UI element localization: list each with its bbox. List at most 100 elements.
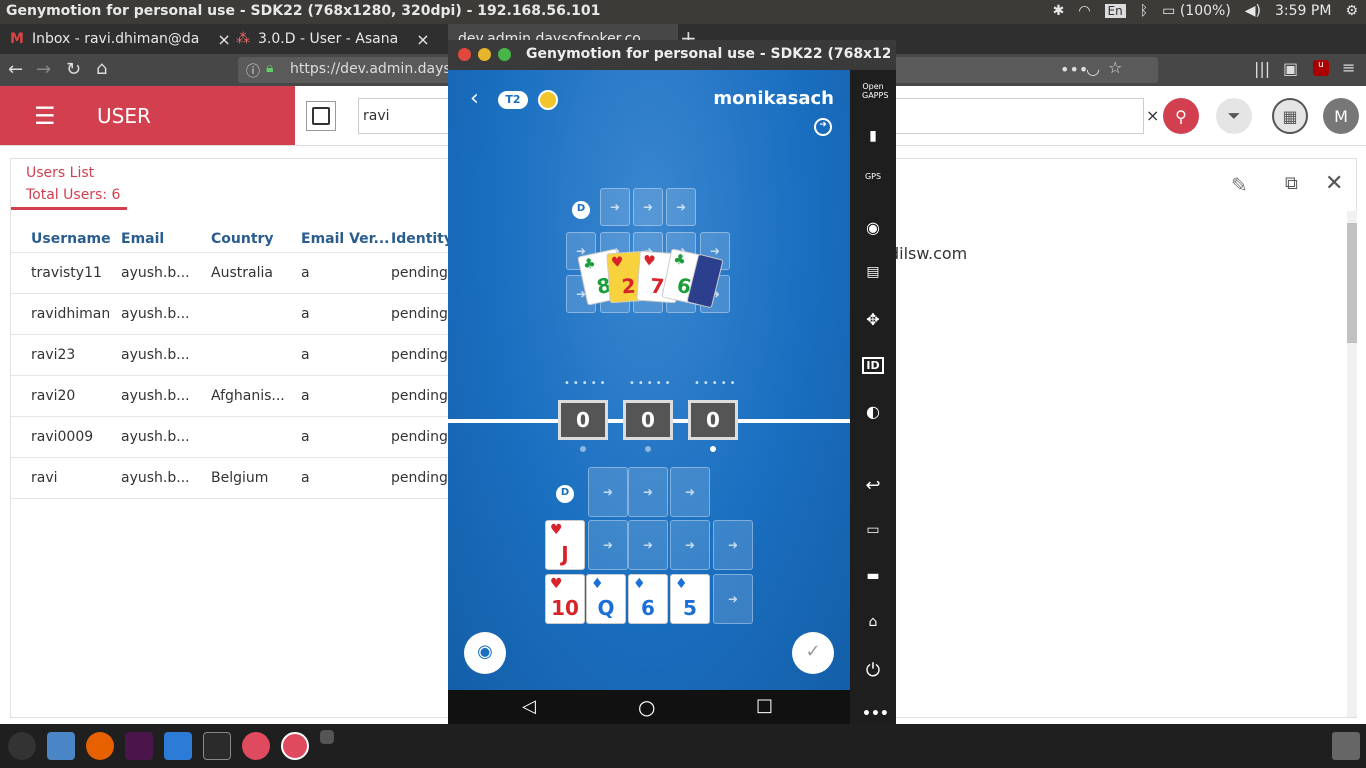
share-icon[interactable]: ➜ <box>814 118 832 136</box>
trash-icon[interactable] <box>1332 732 1360 760</box>
files-icon[interactable] <box>47 732 75 760</box>
filter-button[interactable]: ⏷ <box>1216 98 1252 134</box>
minimize-window-button[interactable] <box>478 48 491 61</box>
column-header-country[interactable]: Country <box>211 231 274 247</box>
table-row[interactable]: ravi0009 ayush.b... a pending <box>11 417 451 458</box>
player-slot[interactable]: ➜ <box>628 520 668 570</box>
battery-indicator[interactable]: ▭ (100%) <box>1162 3 1231 19</box>
clock[interactable]: 3:59 PM <box>1275 3 1331 19</box>
column-header-email-verified[interactable]: Email Ver... <box>301 231 390 247</box>
player-card[interactable]: ♦ 6 <box>628 574 668 624</box>
pocket-icon[interactable]: ◡ <box>1086 59 1100 78</box>
player-slot[interactable]: ➜ <box>713 520 753 570</box>
opponent-slot[interactable]: ➜ <box>666 188 696 226</box>
table-row[interactable]: travisty11 ayush.b... Australia a pending <box>11 253 451 294</box>
column-header-email[interactable]: Email <box>121 231 164 247</box>
window-icon[interactable] <box>320 730 334 744</box>
player-slot[interactable]: ➜ <box>588 520 628 570</box>
cell-country: Australia <box>211 265 273 281</box>
tab-asana[interactable]: ⁂ 3.0.D - User - Asana × <box>226 24 448 54</box>
cell-country: Belgium <box>211 470 269 486</box>
ubuntu-launcher-icon[interactable] <box>8 732 36 760</box>
player-slot[interactable]: ➜ <box>670 520 710 570</box>
android-recents-icon[interactable]: □ <box>756 695 773 716</box>
clear-search-icon[interactable]: × <box>1146 106 1159 125</box>
android-home-icon[interactable]: ○ <box>638 695 655 719</box>
table-row[interactable]: ravi23 ayush.b... a pending <box>11 335 451 376</box>
genymotion-player-icon[interactable] <box>281 732 309 760</box>
library-icon[interactable]: ||| <box>1254 59 1270 78</box>
slack-tray-icon[interactable]: ✱ <box>1053 3 1065 19</box>
volume-icon[interactable]: ◀) <box>1245 3 1261 19</box>
player-slot[interactable]: ➜ <box>628 467 668 517</box>
bluetooth-icon[interactable]: ᛒ <box>1140 3 1148 19</box>
back-icon[interactable]: ← <box>8 59 23 80</box>
column-header-username[interactable]: Username <box>31 231 111 247</box>
opponent-slot[interactable]: ➜ <box>633 188 663 226</box>
webcam-icon[interactable]: ◉ <box>862 218 884 237</box>
power-icon[interactable]: ⚙ <box>1345 3 1358 19</box>
close-icon[interactable]: ✕ <box>1325 171 1343 196</box>
vscode-icon[interactable] <box>164 732 192 760</box>
opengapps-icon[interactable]: Open GAPPS <box>862 82 888 100</box>
search-button[interactable]: ⚲ <box>1163 98 1199 134</box>
calendar-button[interactable]: ▦ <box>1272 98 1308 134</box>
avatar[interactable]: M <box>1323 98 1359 134</box>
forward-icon[interactable]: → <box>36 59 51 80</box>
info-icon[interactable]: ⓘ <box>246 61 260 81</box>
terminal-icon[interactable] <box>203 732 231 760</box>
player-card[interactable]: ♦ 5 <box>670 574 710 624</box>
side-home-icon[interactable]: ⌂ <box>862 614 884 630</box>
side-power-icon[interactable]: ⏻ <box>862 660 884 681</box>
android-back-icon[interactable]: ◁ <box>522 696 536 717</box>
player-slot[interactable]: ➜ <box>713 574 753 624</box>
close-window-button[interactable] <box>458 48 471 61</box>
opponent-slot[interactable]: ➜ <box>600 188 630 226</box>
player-card[interactable]: ♥ 10 <box>545 574 585 624</box>
hamburger-menu-icon[interactable]: ☰ <box>34 102 56 130</box>
table-row[interactable]: ravi ayush.b... Belgium a pending <box>11 458 451 499</box>
scrollbar-thumb[interactable] <box>1347 223 1357 343</box>
confirm-button[interactable]: ✓ <box>792 632 834 674</box>
page-actions-icon[interactable]: ••• <box>1060 60 1088 79</box>
player-slot[interactable]: ➜ <box>670 467 710 517</box>
edit-icon[interactable]: ✎ <box>1231 173 1248 197</box>
side-back-icon[interactable]: ↩ <box>862 475 884 496</box>
genymotion-icon[interactable] <box>242 732 270 760</box>
eye-button[interactable]: ◉ <box>464 632 506 674</box>
menu-icon[interactable]: ≡ <box>1342 58 1355 77</box>
maximize-window-button[interactable] <box>498 48 511 61</box>
disk-io-icon[interactable]: ◐ <box>862 402 884 421</box>
open-external-icon[interactable]: ⧉ <box>1285 173 1298 194</box>
ublock-icon[interactable]: u <box>1313 60 1329 76</box>
player-slot[interactable]: ➜ <box>588 467 628 517</box>
slack-icon[interactable] <box>125 732 153 760</box>
select-all-checkbox[interactable] <box>312 107 330 125</box>
reload-icon[interactable]: ↻ <box>66 59 81 80</box>
scrollbar[interactable] <box>1347 211 1357 717</box>
player-card[interactable]: ♥ J <box>545 520 585 570</box>
side-menu-icon[interactable]: ▬ <box>862 568 884 584</box>
gps-icon[interactable]: GPS <box>862 172 884 181</box>
table-row[interactable]: ravi20 ayush.b... Afghanis... a pending <box>11 376 451 417</box>
side-more-icon[interactable]: ••• <box>862 706 889 722</box>
wifi-icon[interactable]: ◠ <box>1078 3 1090 19</box>
home-icon[interactable]: ⌂ <box>96 58 107 79</box>
sidebar-icon[interactable]: ▣ <box>1283 59 1298 78</box>
select-all-checkbox-wrapper[interactable] <box>306 101 336 131</box>
bookmark-star-icon[interactable]: ☆ <box>1108 58 1122 77</box>
battery-widget-icon[interactable]: ▮ <box>862 128 884 144</box>
move-icon[interactable]: ✥ <box>862 310 884 329</box>
media-icon[interactable]: ▤ <box>862 264 884 280</box>
close-tab-icon[interactable]: × <box>416 30 429 49</box>
firefox-icon[interactable] <box>86 732 114 760</box>
genymotion-window-title: Genymotion for personal use - SDK22 (768… <box>526 46 890 62</box>
player-card[interactable]: ♦ Q <box>586 574 626 624</box>
language-indicator[interactable]: En <box>1104 4 1126 18</box>
tab-inbox[interactable]: M Inbox - ravi.dhiman@da × <box>0 24 231 54</box>
device-id-icon[interactable]: ID <box>862 357 884 374</box>
table-row[interactable]: ravidhiman ayush.b... a pending <box>11 294 451 335</box>
back-arrow-icon[interactable]: ‹ <box>470 86 479 111</box>
card-suit-icon: ♦ <box>633 576 646 592</box>
side-recents-icon[interactable]: ▭ <box>862 522 884 538</box>
